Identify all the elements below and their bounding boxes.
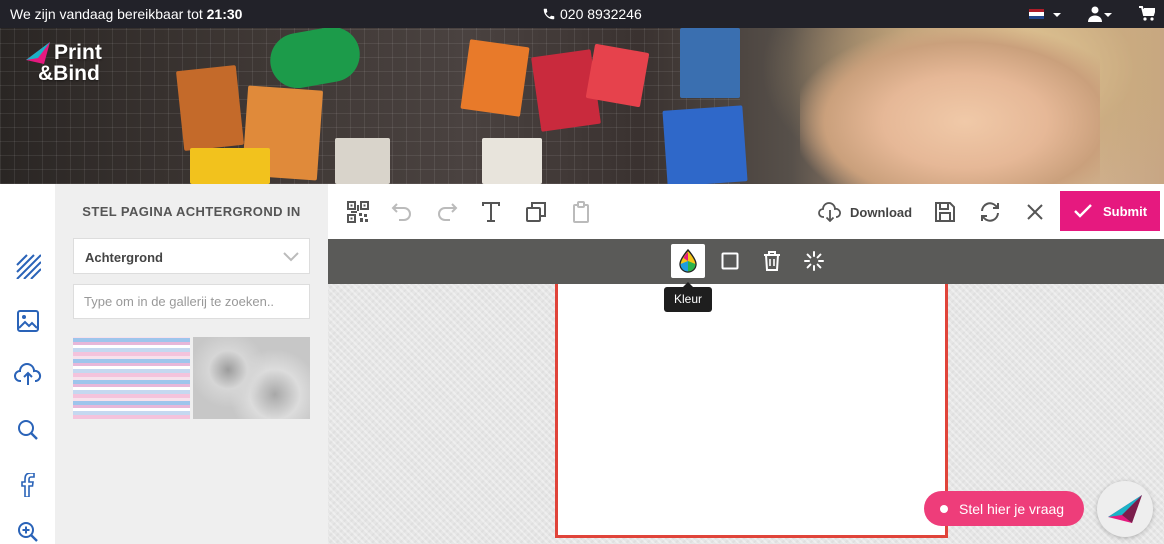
opening-hours-text: We zijn vandaag bereikbaar tot bbox=[10, 6, 203, 22]
background-thumbnail-concrete[interactable] bbox=[193, 337, 310, 419]
language-caret-icon[interactable] bbox=[1053, 13, 1061, 17]
color-tooltip: Kleur bbox=[664, 282, 712, 312]
qr-code-icon[interactable] bbox=[346, 200, 370, 224]
chat-label: Stel hier je vraag bbox=[959, 500, 1065, 517]
editor-toolbar: Download Submit bbox=[328, 184, 1164, 239]
opening-hours-time: 21:30 bbox=[206, 6, 243, 22]
object-context-bar bbox=[328, 239, 1164, 284]
background-pattern-icon[interactable] bbox=[14, 252, 42, 280]
undo-icon[interactable] bbox=[390, 200, 414, 224]
chat-avatar-icon[interactable] bbox=[1097, 481, 1153, 537]
submit-button[interactable]: Submit bbox=[1060, 191, 1160, 231]
chat-button[interactable]: Stel hier je vraag bbox=[924, 491, 1084, 526]
submit-label: Submit bbox=[1102, 203, 1148, 219]
zoom-in-icon[interactable] bbox=[14, 518, 42, 544]
design-page[interactable] bbox=[555, 284, 948, 538]
select-value: Achtergrond bbox=[85, 250, 163, 265]
text-icon[interactable] bbox=[479, 200, 503, 224]
logo-line2: &Bind bbox=[38, 62, 100, 85]
phone-number: 020 8932246 bbox=[560, 6, 642, 22]
loader-icon[interactable] bbox=[797, 244, 831, 278]
opening-hours: We zijn vandaag bereikbaar tot 21:30 bbox=[10, 6, 242, 22]
gallery-search-input[interactable] bbox=[73, 284, 310, 319]
square-icon[interactable] bbox=[713, 244, 747, 278]
color-icon[interactable] bbox=[671, 244, 705, 278]
download-button[interactable]: Download bbox=[818, 202, 912, 222]
checkmark-icon bbox=[1074, 204, 1092, 218]
phone-icon bbox=[543, 8, 555, 20]
person-photo bbox=[800, 28, 1100, 184]
hero-banner bbox=[0, 28, 1164, 184]
trash-icon[interactable] bbox=[755, 244, 789, 278]
redo-icon[interactable] bbox=[435, 200, 459, 224]
panel-title: STEL PAGINA ACHTERGROND IN bbox=[82, 204, 301, 219]
close-icon[interactable] bbox=[1023, 200, 1047, 224]
refresh-icon[interactable] bbox=[978, 200, 1002, 224]
download-label: Download bbox=[850, 204, 913, 220]
editor-sidebar-rail bbox=[0, 184, 55, 544]
background-category-select[interactable]: Achtergrond bbox=[73, 238, 310, 274]
phone-link[interactable]: 020 8932246 bbox=[542, 6, 642, 22]
image-icon[interactable] bbox=[14, 307, 42, 335]
top-bar: We zijn vandaag bereikbaar tot 21:30 020… bbox=[0, 0, 1164, 28]
cart-icon[interactable] bbox=[1139, 6, 1155, 21]
clipboard-icon[interactable] bbox=[569, 200, 593, 224]
search-icon[interactable] bbox=[14, 416, 42, 444]
facebook-icon[interactable] bbox=[14, 471, 42, 499]
print-and-bind-logo[interactable]: Print &Bind bbox=[24, 38, 124, 88]
background-panel: STEL PAGINA ACHTERGROND IN Achtergrond bbox=[55, 184, 328, 544]
cloud-download-icon bbox=[818, 202, 841, 222]
chat-status-dot bbox=[940, 504, 948, 513]
logo-line1: Print bbox=[54, 41, 102, 64]
chevron-down-icon bbox=[283, 252, 299, 262]
user-icon[interactable] bbox=[1088, 6, 1102, 22]
layers-icon[interactable] bbox=[524, 200, 548, 224]
save-icon[interactable] bbox=[933, 200, 957, 224]
upload-icon[interactable] bbox=[14, 361, 42, 389]
language-flag-icon[interactable] bbox=[1029, 9, 1044, 19]
background-thumbnail-watercolor[interactable] bbox=[73, 337, 190, 419]
user-caret-icon[interactable] bbox=[1104, 13, 1112, 17]
